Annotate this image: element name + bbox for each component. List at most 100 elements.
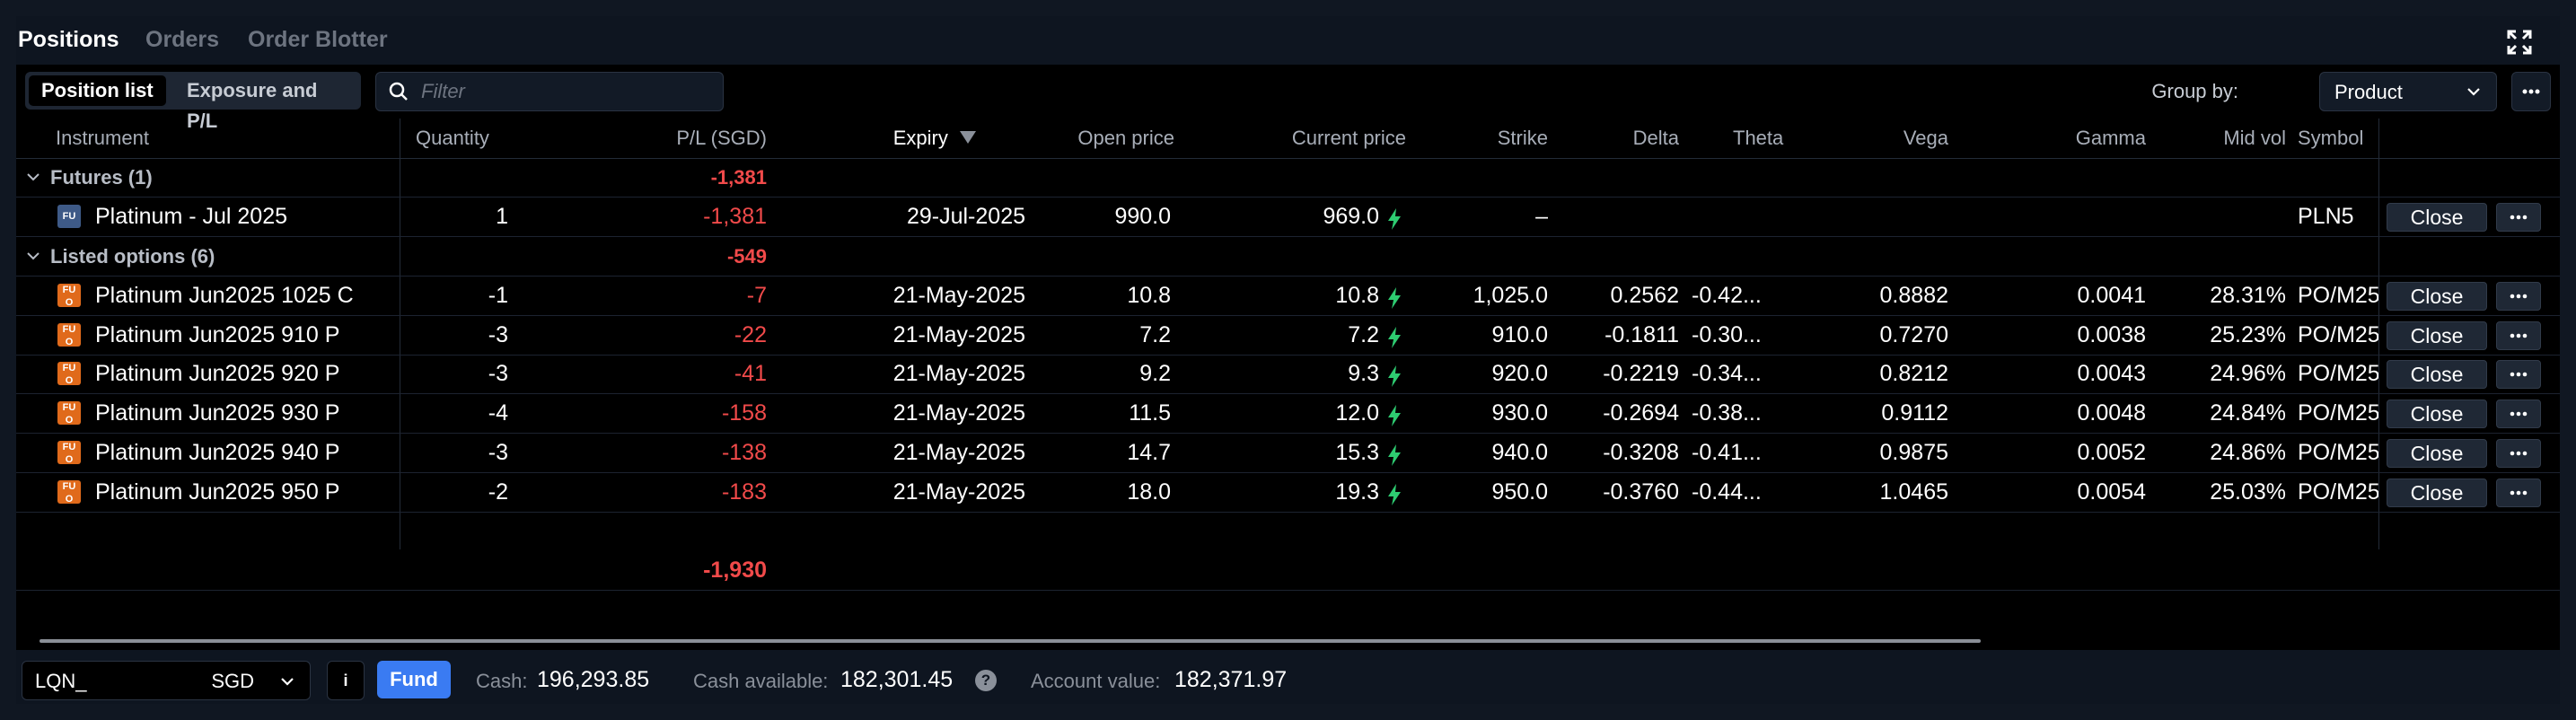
delta: 0.2562 bbox=[1610, 283, 1679, 308]
fund-button[interactable]: Fund bbox=[377, 661, 451, 698]
expiry: 29-Jul-2025 bbox=[906, 204, 1025, 229]
row-more-button[interactable] bbox=[2496, 360, 2541, 390]
mid-vol: 24.96% bbox=[2210, 361, 2286, 387]
instrument-name: Platinum Jun2025 930 P bbox=[95, 400, 340, 426]
current-price: 10.8 bbox=[1335, 283, 1379, 308]
gamma: 0.0041 bbox=[2077, 283, 2146, 308]
vega: 0.8212 bbox=[1879, 361, 1948, 387]
row-more-button[interactable] bbox=[2496, 478, 2541, 507]
col-strike[interactable]: Strike bbox=[1417, 119, 1548, 158]
theta: -0.41... bbox=[1692, 439, 1762, 465]
col-vega[interactable]: Vega bbox=[1812, 119, 1948, 158]
strike: 940.0 bbox=[1491, 439, 1548, 465]
strike: 910.0 bbox=[1491, 321, 1548, 347]
tab-order-blotter[interactable]: Order Blotter bbox=[248, 27, 388, 53]
quantity: -1 bbox=[488, 283, 508, 308]
group-row-futures[interactable]: Futures (1) -1,381 bbox=[16, 158, 2560, 198]
col-theta[interactable]: Theta bbox=[1733, 119, 1783, 158]
expiry: 21-May-2025 bbox=[892, 479, 1025, 505]
tab-orders[interactable]: Orders bbox=[145, 27, 219, 53]
tab-positions[interactable]: Positions bbox=[18, 27, 119, 53]
col-gamma[interactable]: Gamma bbox=[1991, 119, 2146, 158]
expand-icon[interactable] bbox=[2506, 29, 2533, 56]
close-position-button[interactable]: Close bbox=[2387, 360, 2487, 390]
col-mid-vol[interactable]: Mid vol bbox=[2171, 119, 2286, 158]
option-icon: FU O bbox=[57, 362, 81, 386]
gamma: 0.0048 bbox=[2077, 400, 2146, 426]
current-price: 9.3 bbox=[1348, 361, 1379, 387]
col-expiry[interactable]: Expiry bbox=[842, 119, 977, 158]
chevron-down-icon[interactable] bbox=[25, 169, 41, 185]
live-price-icon bbox=[1388, 405, 1401, 427]
strike: 950.0 bbox=[1491, 479, 1548, 505]
col-pl[interactable]: P/L (SGD) bbox=[573, 119, 767, 158]
expiry: 21-May-2025 bbox=[892, 283, 1025, 308]
col-instrument[interactable]: Instrument bbox=[56, 119, 149, 158]
table-row[interactable]: FU Platinum - Jul 2025 1 -1,381 29-Jul-2… bbox=[16, 198, 2560, 237]
current-price: 19.3 bbox=[1335, 479, 1379, 505]
symbol: PLN5 bbox=[2298, 204, 2354, 229]
table-row[interactable]: FU O Platinum Jun2025 920 P -3 -41 21-May-202… bbox=[16, 355, 2560, 395]
instrument-name: Platinum Jun2025 950 P bbox=[95, 479, 340, 505]
symbol: PO/M25P bbox=[2298, 479, 2378, 505]
close-position-button[interactable]: Close bbox=[2387, 203, 2487, 232]
group-pl-options: -549 bbox=[726, 245, 767, 268]
segment-position-list[interactable]: Position list bbox=[29, 75, 166, 106]
instrument-name: Platinum - Jul 2025 bbox=[95, 204, 288, 229]
current-price: 969.0 bbox=[1323, 204, 1379, 229]
total-pl: -1,930 bbox=[703, 558, 767, 583]
table-row[interactable]: FU O Platinum Jun2025 930 P -4 -158 21-May-20… bbox=[16, 394, 2560, 435]
pl-value: -183 bbox=[721, 479, 767, 505]
row-more-button[interactable] bbox=[2496, 320, 2541, 350]
mid-vol: 24.86% bbox=[2210, 439, 2286, 465]
row-more-button[interactable] bbox=[2496, 438, 2541, 468]
col-symbol[interactable]: Symbol bbox=[2298, 119, 2363, 158]
live-price-icon bbox=[1388, 443, 1401, 466]
table-row[interactable]: FU O Platinum Jun2025 910 P -3 -22 21-May-202… bbox=[16, 316, 2560, 356]
group-row-options[interactable]: Listed options (6) -549 bbox=[16, 237, 2560, 277]
cash-available-value: 182,301.45 bbox=[840, 667, 954, 692]
info-button[interactable]: i bbox=[327, 661, 365, 700]
col-expiry-label: Expiry bbox=[892, 127, 948, 149]
strike: 1,025.0 bbox=[1473, 283, 1548, 308]
open-price: 14.7 bbox=[1127, 439, 1171, 465]
segment-exposure-pl[interactable]: Exposure and P/L bbox=[174, 75, 361, 132]
strike: 920.0 bbox=[1491, 361, 1548, 387]
account-select[interactable]: LQN_ SGD bbox=[22, 661, 311, 700]
table-row[interactable]: FU O Platinum Jun2025 1025 C -1 -7 21-May-202… bbox=[16, 277, 2560, 316]
instrument-name: Platinum Jun2025 940 P bbox=[95, 439, 340, 465]
ellipsis-icon bbox=[2510, 294, 2528, 299]
vega: 0.9875 bbox=[1879, 439, 1948, 465]
group-by-select[interactable]: Product bbox=[2319, 72, 2497, 111]
cash-value: 196,293.85 bbox=[537, 667, 650, 692]
col-current-price[interactable]: Current price bbox=[1183, 119, 1406, 158]
current-price: 7.2 bbox=[1348, 321, 1379, 347]
close-position-button[interactable]: Close bbox=[2387, 320, 2487, 350]
horizontal-scrollbar[interactable] bbox=[40, 639, 1981, 643]
option-icon: FU O bbox=[57, 322, 81, 347]
row-more-button[interactable] bbox=[2496, 400, 2541, 429]
close-position-button[interactable]: Close bbox=[2387, 400, 2487, 429]
table-row[interactable]: FU O Platinum Jun2025 940 P -3 -138 21-May-20… bbox=[16, 434, 2560, 473]
close-position-button[interactable]: Close bbox=[2387, 478, 2487, 507]
theta: -0.44... bbox=[1692, 479, 1762, 505]
help-icon[interactable]: ? bbox=[975, 670, 997, 691]
more-options-button[interactable] bbox=[2511, 72, 2551, 111]
close-position-button[interactable]: Close bbox=[2387, 282, 2487, 311]
current-price: 15.3 bbox=[1335, 439, 1379, 465]
vega: 1.0465 bbox=[1879, 479, 1948, 505]
chevron-down-icon[interactable] bbox=[25, 248, 41, 264]
row-more-button[interactable] bbox=[2496, 282, 2541, 311]
col-quantity[interactable]: Quantity bbox=[416, 119, 489, 158]
account-value-label: Account value: bbox=[1031, 670, 1161, 692]
row-more-button[interactable] bbox=[2496, 203, 2541, 232]
table-row[interactable]: FU O Platinum Jun2025 950 P -2 -183 21-May-20… bbox=[16, 473, 2560, 513]
tab-bar: Positions Orders Order Blotter bbox=[16, 16, 2560, 63]
view-segmented-control: Position list Exposure and P/L bbox=[25, 72, 361, 132]
col-open-price[interactable]: Open price bbox=[1004, 119, 1174, 158]
filter-input[interactable] bbox=[419, 76, 710, 107]
expiry: 21-May-2025 bbox=[892, 400, 1025, 426]
close-position-button[interactable]: Close bbox=[2387, 438, 2487, 468]
col-delta[interactable]: Delta bbox=[1561, 119, 1679, 158]
cash-label: Cash: bbox=[476, 670, 528, 692]
